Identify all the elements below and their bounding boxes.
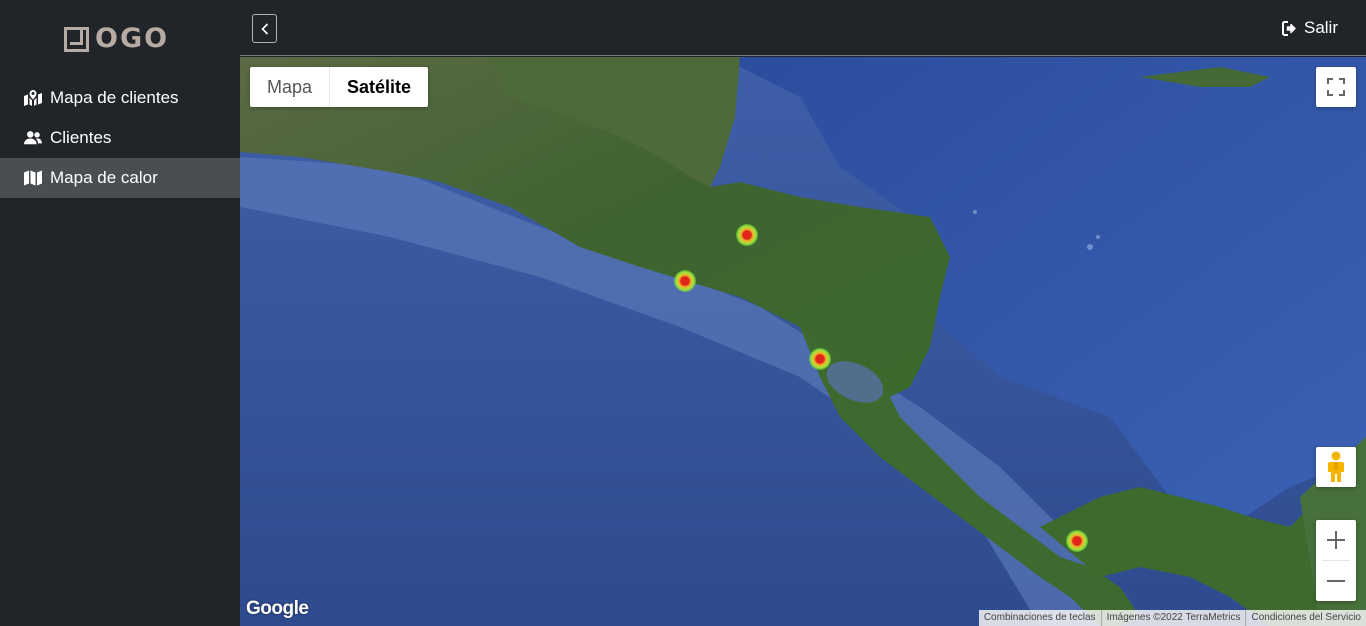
sidebar-item-label: Mapa de calor [50, 168, 158, 187]
minus-icon [1327, 580, 1345, 582]
heatmap-point [736, 224, 758, 246]
logo-mark [64, 26, 89, 52]
map-marked-icon [24, 90, 42, 106]
sidebar-item-mapa-de-clientes[interactable]: Mapa de clientes [0, 78, 240, 118]
fullscreen-button[interactable] [1316, 67, 1356, 107]
map-icon [24, 170, 42, 186]
users-icon [24, 131, 42, 145]
heat-map[interactable]: Mapa Satélite Google Combinaciones de te… [240, 57, 1366, 626]
chevron-left-icon [260, 22, 268, 35]
logout-button[interactable]: Salir [1281, 18, 1338, 38]
sign-out-icon [1281, 20, 1296, 36]
logout-label: Salir [1303, 18, 1338, 37]
zoom-in-button[interactable] [1316, 520, 1356, 560]
zoom-control [1316, 520, 1356, 601]
topbar: Salir [240, 0, 1366, 56]
plus-icon [1327, 531, 1345, 549]
street-view-button[interactable] [1316, 447, 1356, 487]
sidebar-item-mapa-de-calor[interactable]: Mapa de calor [0, 158, 240, 198]
map-type-map-button[interactable]: Mapa [250, 67, 331, 107]
terms-link[interactable]: Condiciones del Servicio [1245, 610, 1366, 626]
sidebar: OGO Mapa de clientes Clientes Mapa de ca… [0, 0, 240, 626]
sidebar-toggle-button[interactable] [252, 14, 277, 43]
sidebar-item-clientes[interactable]: Clientes [0, 118, 240, 158]
heatmap-point [809, 348, 831, 370]
sidebar-nav: Mapa de clientes Clientes Mapa de calor [0, 78, 240, 198]
keyboard-shortcuts-link[interactable]: Combinaciones de teclas [979, 610, 1101, 626]
map-type-satellite-button[interactable]: Satélite [330, 67, 428, 107]
satellite-imagery [240, 57, 1366, 626]
logo-text: OGO [95, 23, 170, 54]
pegman-icon [1328, 451, 1344, 482]
fullscreen-icon [1327, 78, 1345, 96]
google-logo[interactable]: Google [246, 598, 309, 620]
zoom-out-button[interactable] [1316, 561, 1356, 601]
heatmap-point [674, 270, 696, 292]
heatmap-point [1066, 530, 1088, 552]
sidebar-item-label: Mapa de clientes [50, 88, 179, 107]
map-attribution: Combinaciones de teclas Imágenes ©2022 T… [978, 610, 1366, 626]
logo[interactable]: OGO [64, 23, 179, 54]
imagery-credit: Imágenes ©2022 TerraMetrics [1100, 610, 1246, 626]
map-type-control: Mapa Satélite [250, 67, 429, 107]
sidebar-item-label: Clientes [50, 128, 112, 147]
